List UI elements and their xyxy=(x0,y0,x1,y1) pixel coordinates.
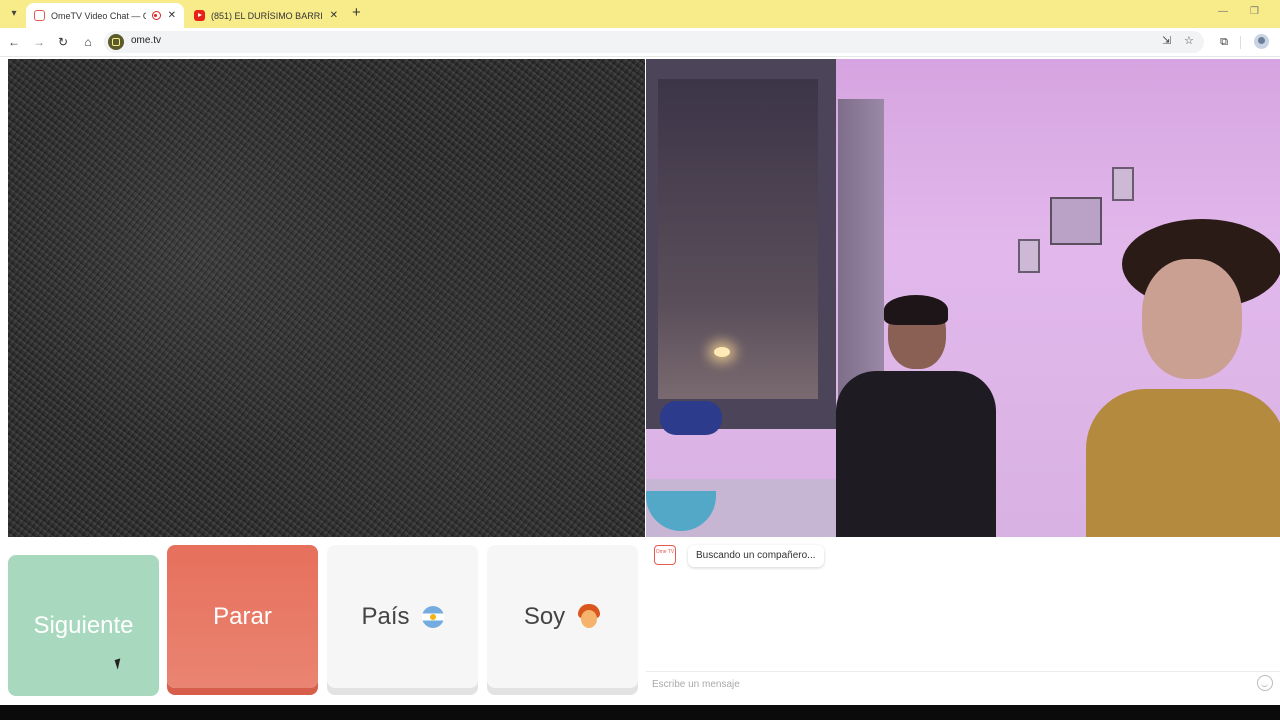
ometv-favicon-icon xyxy=(34,10,45,21)
tab-ometv[interactable]: OmeTV Video Chat — Ome ✕ xyxy=(26,3,184,28)
stop-label: Parar xyxy=(213,602,272,630)
chat-input-row xyxy=(646,671,1280,695)
gender-label: Soy xyxy=(523,602,566,630)
wall-picture xyxy=(1112,167,1134,201)
person-body xyxy=(836,371,996,537)
arrow-left-icon[interactable]: ← xyxy=(6,34,22,50)
status-message: Buscando un compañero... xyxy=(688,545,824,567)
home-icon[interactable]: ⌂ xyxy=(80,34,96,50)
browser-toolbar: ← → ↻ ⌂ ome.tv ⇲ ☆ ⧉ xyxy=(0,28,1280,57)
reload-icon[interactable]: ↻ xyxy=(55,34,71,50)
site-info-icon[interactable] xyxy=(108,34,124,50)
wall-picture xyxy=(1018,239,1040,273)
youtube-favicon-icon xyxy=(194,10,205,21)
person-body xyxy=(1086,389,1280,537)
country-button[interactable]: País xyxy=(327,545,478,688)
tab-search-chevron-icon[interactable]: ▾ xyxy=(6,6,22,22)
remote-video xyxy=(646,59,1280,537)
arrow-right-icon[interactable]: → xyxy=(31,34,47,50)
country-label: País xyxy=(361,602,410,630)
tab-strip: ▾ OmeTV Video Chat — Ome ✕ (851) EL DURÍ… xyxy=(0,0,1280,28)
address-bar[interactable]: ome.tv ⇲ ☆ xyxy=(104,31,1204,53)
window-glass xyxy=(658,79,818,399)
argentina-flag-icon xyxy=(421,605,444,628)
person-hair xyxy=(884,295,948,325)
emoji-icon[interactable] xyxy=(1257,675,1273,691)
restore-icon[interactable]: ❐ xyxy=(1250,6,1259,17)
install-app-icon[interactable]: ⇲ xyxy=(1162,34,1171,47)
bottom-bar xyxy=(0,705,1280,720)
star-icon[interactable]: ☆ xyxy=(1184,34,1194,47)
toolbar-divider xyxy=(1240,36,1241,49)
close-tab-icon[interactable]: ✕ xyxy=(168,10,176,21)
blue-bag xyxy=(660,401,722,435)
tab-title: (851) EL DURÍSIMO BARRIO de xyxy=(211,10,323,21)
profile-icon[interactable] xyxy=(1254,34,1269,49)
street-light xyxy=(714,347,730,357)
person-sitting xyxy=(836,295,996,537)
tab-title: OmeTV Video Chat — Ome xyxy=(51,10,146,21)
next-button[interactable]: Siguiente xyxy=(8,555,159,696)
local-video-static xyxy=(8,59,645,537)
ometv-logo: Ome TV xyxy=(654,545,676,565)
next-label: Siguiente xyxy=(33,611,134,639)
gender-button[interactable]: Soy xyxy=(487,545,638,688)
tab-youtube[interactable]: (851) EL DURÍSIMO BARRIO de ✕ xyxy=(186,3,346,28)
close-tab-icon[interactable]: ✕ xyxy=(330,10,338,21)
minimize-icon[interactable]: — xyxy=(1218,6,1228,17)
message-input[interactable] xyxy=(652,676,1242,692)
recording-icon xyxy=(151,11,161,20)
stop-button[interactable]: Parar xyxy=(167,545,318,688)
new-tab-button[interactable]: + xyxy=(352,5,361,21)
person-head xyxy=(1142,259,1242,379)
puzzle-icon[interactable]: ⧉ xyxy=(1216,34,1232,50)
boy-icon xyxy=(577,603,601,630)
url-text[interactable]: ome.tv xyxy=(131,35,161,46)
person-foreground xyxy=(1086,219,1280,537)
chat-panel: Ome TV Buscando un compañero... xyxy=(646,537,1280,695)
ometv-page: Siguiente Parar País Soy Ome TV Buscando… xyxy=(0,57,1280,705)
